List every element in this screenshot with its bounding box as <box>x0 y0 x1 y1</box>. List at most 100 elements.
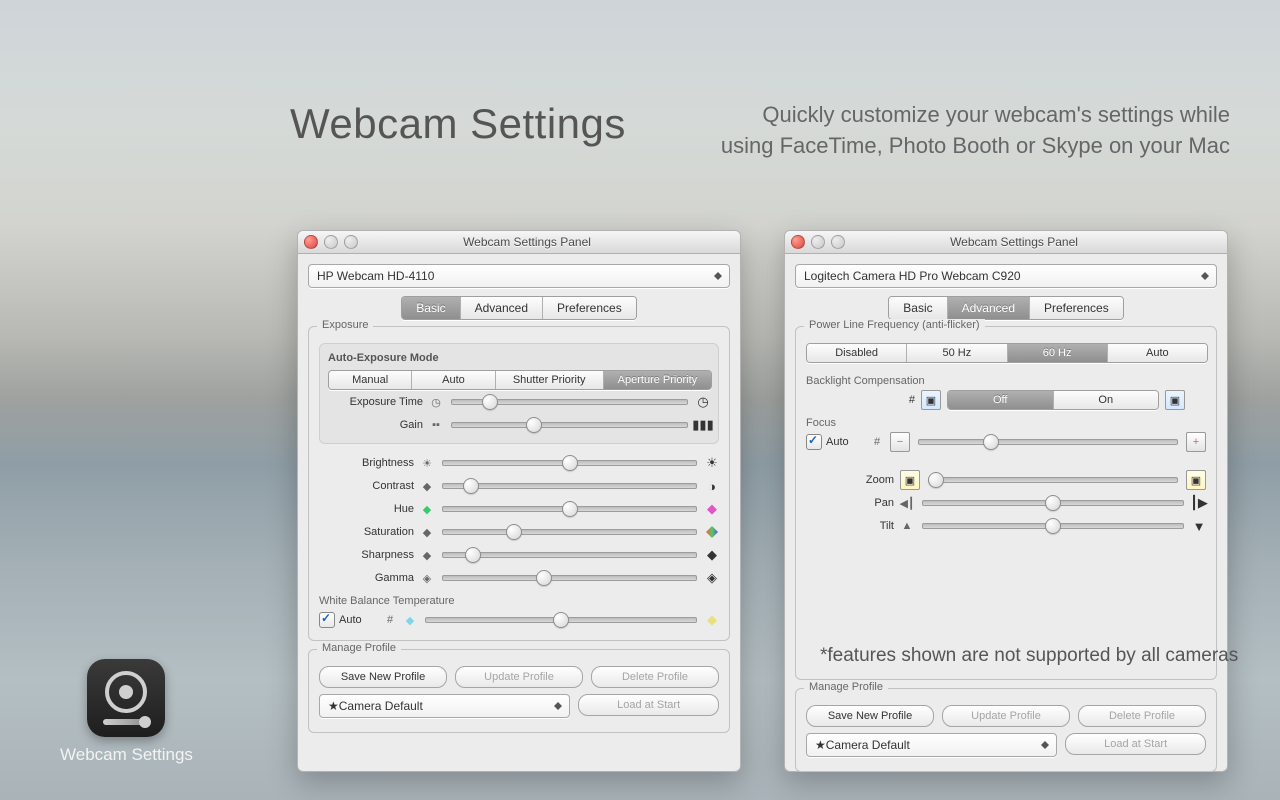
plf-50hz[interactable]: 50 Hz <box>907 344 1007 362</box>
chevron-updown-icon <box>1038 737 1052 753</box>
delete-profile-button[interactable]: Delete Profile <box>591 666 719 688</box>
zoom-in-icon: ▣ <box>1186 470 1206 490</box>
profile-group: Manage Profile Save New Profile Update P… <box>795 688 1217 772</box>
wb-cool-icon: ◆ <box>403 613 417 627</box>
wb-warm-icon: ◆ <box>705 613 719 627</box>
backlight-off-icon: ▣ <box>921 390 941 410</box>
minimize-button[interactable] <box>811 235 825 249</box>
gamma-slider[interactable] <box>442 575 697 581</box>
hue-low-icon: ◆ <box>420 502 434 516</box>
focus-auto-checkbox[interactable] <box>806 434 822 450</box>
mode-auto[interactable]: Auto <box>412 371 495 389</box>
zoom-slider[interactable] <box>928 477 1178 483</box>
auto-exposure-box: Auto-Exposure Mode Manual Auto Shutter P… <box>319 343 719 444</box>
saturation-low-icon: ◆ <box>420 525 434 539</box>
delete-profile-button[interactable]: Delete Profile <box>1078 705 1206 727</box>
contrast-slider[interactable] <box>442 483 697 489</box>
contrast-low-icon: ◆ <box>420 479 434 493</box>
gain-slider[interactable] <box>451 422 688 428</box>
marketing-title: Webcam Settings <box>290 100 626 148</box>
window-title: Webcam Settings Panel <box>364 235 690 249</box>
gamma-high-icon: ◈ <box>705 571 719 585</box>
wb-slider[interactable] <box>425 617 697 623</box>
backlight-label: Backlight Compensation <box>806 375 1206 387</box>
update-profile-button[interactable]: Update Profile <box>455 666 583 688</box>
contrast-high-icon: ◑ <box>705 479 719 493</box>
brightness-high-icon: ☀ <box>705 456 719 470</box>
mode-manual[interactable]: Manual <box>329 371 412 389</box>
pan-right-icon: ┃▶ <box>1192 496 1206 510</box>
zoom-button[interactable] <box>831 235 845 249</box>
sharpness-low-icon: ◆ <box>420 548 434 562</box>
backlight-on[interactable]: On <box>1054 391 1159 409</box>
saturation-high-icon <box>705 525 719 539</box>
window-title: Webcam Settings Panel <box>851 235 1177 249</box>
brightness-slider[interactable] <box>442 460 697 466</box>
plf-60hz[interactable]: 60 Hz <box>1008 344 1108 362</box>
exposure-time-slider[interactable] <box>451 399 688 405</box>
chevron-updown-icon <box>551 698 565 714</box>
tab-advanced[interactable]: Advanced <box>461 297 543 319</box>
plf-disabled[interactable]: Disabled <box>807 344 907 362</box>
app-badge: Webcam Settings <box>60 659 193 765</box>
plf-segment: Disabled 50 Hz 60 Hz Auto <box>806 343 1208 363</box>
mode-aperture[interactable]: Aperture Priority <box>604 371 711 389</box>
titlebar[interactable]: Webcam Settings Panel <box>785 231 1227 254</box>
update-profile-button[interactable]: Update Profile <box>942 705 1070 727</box>
wb-hash: # <box>383 613 397 627</box>
close-button[interactable] <box>304 235 318 249</box>
tilt-slider[interactable] <box>922 523 1184 529</box>
advanced-group: Power Line Frequency (anti-flicker) Disa… <box>795 326 1217 680</box>
device-select[interactable]: Logitech Camera HD Pro Webcam C920 <box>795 264 1217 288</box>
gain-high-icon: ▮▮▮ <box>696 418 710 432</box>
save-profile-button[interactable]: Save New Profile <box>806 705 934 727</box>
wb-label: White Balance Temperature <box>319 595 719 607</box>
focus-slider[interactable] <box>918 439 1178 445</box>
tilt-down-icon: ▼ <box>1192 519 1206 533</box>
features-footnote: *features shown are not supported by all… <box>820 645 1238 667</box>
exposure-mode-segment: Manual Auto Shutter Priority Aperture Pr… <box>328 370 712 390</box>
tilt-up-icon: ▲ <box>900 519 914 533</box>
plf-auto[interactable]: Auto <box>1108 344 1207 362</box>
brightness-low-icon: ☀ <box>420 456 434 470</box>
wb-auto-checkbox[interactable] <box>319 612 335 628</box>
tab-bar: Basic Advanced Preferences <box>401 296 636 320</box>
device-select[interactable]: HP Webcam HD-4110 <box>308 264 730 288</box>
close-button[interactable] <box>791 235 805 249</box>
sharpness-high-icon: ◆ <box>705 548 719 562</box>
tab-basic[interactable]: Basic <box>402 297 460 319</box>
gamma-low-icon: ◈ <box>420 571 434 585</box>
backlight-segment: Off On <box>947 390 1159 410</box>
app-name-label: Webcam Settings <box>60 745 193 765</box>
profile-select[interactable]: ★ Camera Default <box>319 694 570 718</box>
backlight-off[interactable]: Off <box>948 391 1054 409</box>
titlebar[interactable]: Webcam Settings Panel <box>298 231 740 254</box>
tab-basic[interactable]: Basic <box>889 297 947 319</box>
timer-high-icon: ◷ <box>696 395 710 409</box>
mode-shutter[interactable]: Shutter Priority <box>496 371 604 389</box>
focus-far-icon: + <box>1186 432 1206 452</box>
tab-advanced[interactable]: Advanced <box>948 297 1030 319</box>
tab-preferences[interactable]: Preferences <box>543 297 636 319</box>
timer-low-icon: ◷ <box>429 395 443 409</box>
sharpness-slider[interactable] <box>442 552 697 558</box>
zoom-out-icon: ▣ <box>900 470 920 490</box>
pan-left-icon: ◀┃ <box>900 496 914 510</box>
chevron-updown-icon <box>1198 268 1212 284</box>
minimize-button[interactable] <box>324 235 338 249</box>
tab-preferences[interactable]: Preferences <box>1030 297 1123 319</box>
focus-hash: # <box>870 435 884 449</box>
pan-slider[interactable] <box>922 500 1184 506</box>
zoom-button[interactable] <box>344 235 358 249</box>
saturation-slider[interactable] <box>442 529 697 535</box>
hue-high-icon: ◆ <box>705 502 719 516</box>
gain-low-icon: ▪▪ <box>429 418 443 432</box>
hue-slider[interactable] <box>442 506 697 512</box>
focus-near-icon: − <box>890 432 910 452</box>
load-at-start-button[interactable]: Load at Start <box>578 694 719 716</box>
save-profile-button[interactable]: Save New Profile <box>319 666 447 688</box>
load-at-start-button[interactable]: Load at Start <box>1065 733 1206 755</box>
backlight-on-icon: ▣ <box>1165 390 1185 410</box>
profile-select[interactable]: ★ Camera Default <box>806 733 1057 757</box>
exposure-group: Exposure Auto-Exposure Mode Manual Auto … <box>308 326 730 641</box>
